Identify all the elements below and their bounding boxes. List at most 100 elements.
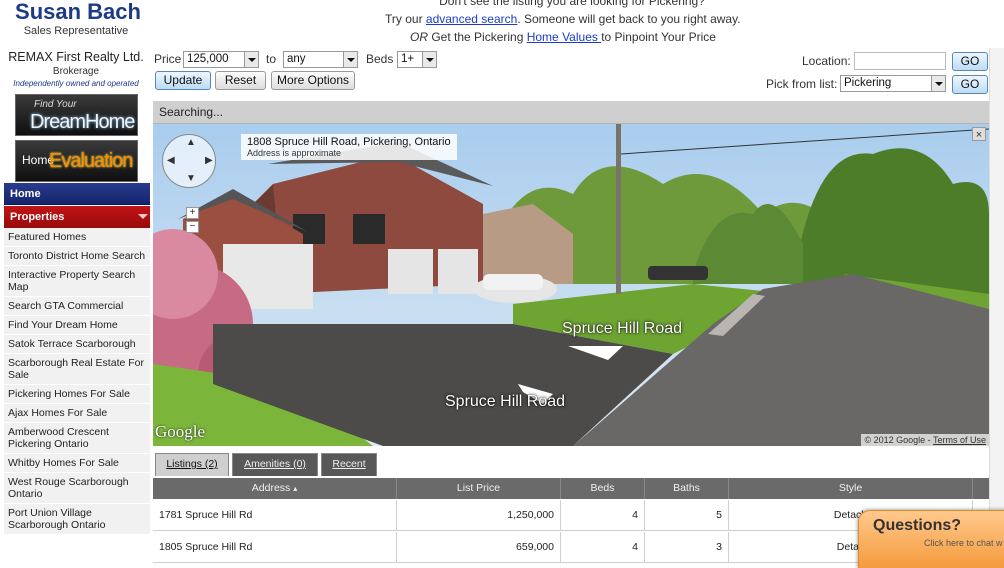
row-address: 1781 Spruce Hill Rd bbox=[153, 500, 397, 531]
top-message: Don't see the listing you are looking fo… bbox=[439, 0, 705, 8]
price-label: Price bbox=[154, 52, 182, 66]
pick-from-list-label: Pick from list: bbox=[766, 77, 838, 91]
row-baths: 3 bbox=[645, 532, 729, 563]
arrow-left-icon: ◀ bbox=[167, 155, 175, 166]
dream-banner-big: DreamHome bbox=[30, 111, 135, 133]
row-beds: 4 bbox=[561, 500, 645, 531]
terms-of-use-link[interactable]: Terms of Use bbox=[933, 435, 986, 445]
price-max-select[interactable]: any bbox=[283, 51, 358, 68]
city-go-button[interactable]: GO bbox=[952, 75, 988, 94]
nav-item-interactive-map[interactable]: Interactive Property Search Map bbox=[4, 266, 150, 297]
sort-icon: ▴ bbox=[293, 484, 298, 493]
advanced-search-pre: Try our bbox=[385, 12, 426, 26]
nav-item-featured-homes[interactable]: Featured Homes bbox=[4, 228, 150, 247]
price-max-value: any bbox=[287, 53, 306, 65]
nav-item-toronto-district[interactable]: Toronto District Home Search bbox=[4, 247, 150, 266]
nav-item-dream-home[interactable]: Find Your Dream Home bbox=[4, 316, 150, 335]
arrow-up-icon: ▲ bbox=[186, 137, 196, 148]
close-icon[interactable]: × bbox=[972, 127, 986, 141]
location-label: Location: bbox=[802, 54, 851, 68]
advanced-search-line: Try our advanced search. Someone will ge… bbox=[385, 12, 741, 26]
brokerage-label: Brokerage bbox=[52, 66, 100, 77]
arrow-down-icon: ▼ bbox=[186, 173, 196, 184]
beds-value: 1+ bbox=[401, 53, 415, 65]
nav-home[interactable]: Home bbox=[4, 183, 150, 205]
nav-item-gta-commercial[interactable]: Search GTA Commercial bbox=[4, 297, 150, 316]
table-header: Address ▴ List Price Beds Baths Style bbox=[153, 478, 989, 499]
column-header-style[interactable]: Style bbox=[729, 478, 973, 499]
pan-control[interactable]: ▲ ▼ ◀ ▶ bbox=[162, 134, 216, 188]
chevron-down-icon bbox=[931, 76, 945, 91]
row-address: 1805 Spruce Hill Rd bbox=[153, 532, 397, 563]
column-header-address[interactable]: Address ▴ bbox=[153, 478, 397, 499]
row-price: 659,000 bbox=[397, 532, 561, 563]
nav-item-scarborough-real-estate[interactable]: Scarborough Real Estate For Sale bbox=[4, 354, 150, 385]
chevron-down-icon bbox=[244, 52, 258, 67]
advanced-search-post: . Someone will get back to you right awa… bbox=[517, 12, 741, 26]
search-status-bar: Searching... bbox=[153, 101, 989, 124]
copyright-text: © 2012 Google - bbox=[864, 435, 933, 445]
brokerage-note: Independently owned and operated bbox=[13, 79, 139, 88]
google-logo: Google bbox=[155, 422, 206, 441]
home-values-link[interactable]: Home Values bbox=[527, 30, 601, 44]
home-values-post: to Pinpoint Your Price bbox=[601, 30, 716, 44]
city-value: Pickering bbox=[844, 77, 892, 89]
update-button[interactable]: Update bbox=[155, 71, 211, 90]
map-copyright: © 2012 Google - Terms of Use bbox=[861, 434, 989, 446]
zoom-out-button[interactable]: − bbox=[186, 221, 199, 233]
street-view-address-box: 1808 Spruce Hill Road, Pickering, Ontari… bbox=[241, 134, 457, 160]
home-values-line: OR Get the Pickering Home Values to Pinp… bbox=[410, 30, 716, 44]
tab-recent[interactable]: Recent bbox=[321, 453, 377, 476]
agent-title: Sales Representative bbox=[23, 25, 129, 37]
chat-widget[interactable]: Questions? Click here to chat w bbox=[858, 510, 1004, 568]
row-baths: 5 bbox=[645, 500, 729, 531]
home-evaluation-banner[interactable]: Home Evaluation bbox=[15, 140, 138, 182]
more-options-button[interactable]: More Options bbox=[271, 71, 355, 90]
dream-banner-small: Find Your bbox=[34, 99, 77, 110]
location-input[interactable] bbox=[854, 52, 946, 70]
to-label: to bbox=[266, 52, 277, 66]
nav-item-whitby-homes[interactable]: Whitby Homes For Sale bbox=[4, 454, 150, 473]
price-min-select[interactable]: 125,000 bbox=[183, 51, 259, 68]
street-view-panorama[interactable]: ▲ ▼ ◀ ▶ + − 1808 Spruce Hill Road, Picke… bbox=[153, 124, 989, 446]
nav-item-amberwood-crescent[interactable]: Amberwood Crescent Pickering Ontario bbox=[4, 423, 150, 454]
chat-widget-title: Questions? bbox=[873, 517, 962, 534]
beds-select[interactable]: 1+ bbox=[397, 51, 437, 68]
column-header-list-price[interactable]: List Price bbox=[397, 478, 561, 499]
home-values-pre: Get the Pickering bbox=[428, 30, 527, 44]
nav-item-satok-terrace[interactable]: Satok Terrace Scarborough bbox=[4, 335, 150, 354]
sidebar-nav: Home Properties Featured Homes Toronto D… bbox=[4, 183, 150, 535]
row-price: 1,250,000 bbox=[397, 500, 561, 531]
location-go-button[interactable]: GO bbox=[952, 52, 988, 71]
road-label: Spruce Hill Road bbox=[445, 393, 566, 410]
agent-name[interactable]: Susan Bach bbox=[8, 0, 148, 24]
chevron-down-icon bbox=[422, 52, 436, 67]
street-view-address: 1808 Spruce Hill Road, Pickering, Ontari… bbox=[247, 136, 451, 148]
advanced-search-link[interactable]: advanced search bbox=[426, 12, 517, 26]
arrow-right-icon: ▶ bbox=[205, 155, 213, 166]
row-beds: 4 bbox=[561, 532, 645, 563]
city-select[interactable]: Pickering bbox=[840, 75, 946, 92]
nav-properties[interactable]: Properties bbox=[4, 206, 150, 228]
nav-item-ajax-homes[interactable]: Ajax Homes For Sale bbox=[4, 404, 150, 423]
beds-label: Beds bbox=[366, 52, 394, 66]
chevron-down-icon bbox=[343, 52, 357, 67]
brokerage-name: REMAX First Realty Ltd. bbox=[8, 50, 144, 64]
nav-item-port-union[interactable]: Port Union Village Scarborough Ontario bbox=[4, 504, 150, 535]
column-header-beds[interactable]: Beds bbox=[561, 478, 645, 499]
eval-banner-big: Evaluation bbox=[49, 150, 133, 172]
column-header-baths[interactable]: Baths bbox=[645, 478, 729, 499]
nav-item-west-rouge[interactable]: West Rouge Scarborough Ontario bbox=[4, 473, 150, 504]
nav-item-pickering-homes[interactable]: Pickering Homes For Sale bbox=[4, 385, 150, 404]
reset-button[interactable]: Reset bbox=[215, 71, 266, 90]
street-view-image bbox=[153, 124, 989, 446]
chat-widget-subtitle: Click here to chat w bbox=[924, 538, 1003, 548]
tab-amenities[interactable]: Amenities (0) bbox=[232, 453, 318, 476]
tab-listings[interactable]: Listings (2) bbox=[155, 453, 229, 476]
or-label: OR bbox=[410, 30, 428, 44]
page-scrollbar[interactable] bbox=[989, 48, 1004, 568]
street-view-approx-note: Address is approximate bbox=[247, 148, 342, 158]
zoom-in-button[interactable]: + bbox=[186, 207, 199, 219]
listings-table: Address ▴ List Price Beds Baths Style 17… bbox=[153, 478, 989, 563]
find-dream-home-banner[interactable]: Find Your DreamHome bbox=[15, 94, 138, 136]
